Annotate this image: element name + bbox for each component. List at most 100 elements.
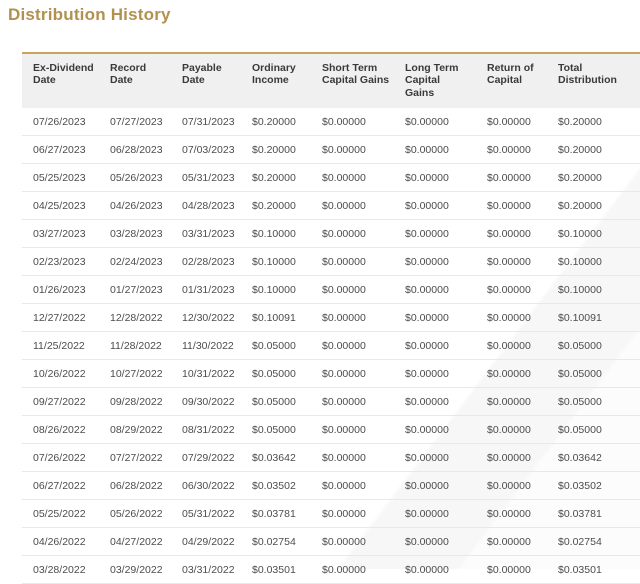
table-cell: 03/31/2023 <box>171 220 241 248</box>
table-cell: 05/31/2023 <box>171 164 241 192</box>
table-cell: $0.20000 <box>547 164 640 192</box>
table-cell: $0.00000 <box>476 416 547 444</box>
table-cell: $0.00000 <box>394 388 476 416</box>
table-cell: $0.00000 <box>476 192 547 220</box>
table-cell: 12/30/2022 <box>171 304 241 332</box>
table-cell: $0.00000 <box>394 276 476 304</box>
table-cell: $0.00000 <box>311 248 394 276</box>
col-header-total-distribution: Total Distribution <box>547 53 640 108</box>
table-cell: $0.00000 <box>476 444 547 472</box>
table-cell: 04/27/2022 <box>99 528 171 556</box>
table-cell: $0.00000 <box>311 332 394 360</box>
table-cell: $0.00000 <box>476 528 547 556</box>
table-cell: $0.00000 <box>311 444 394 472</box>
table-cell: $0.00000 <box>394 164 476 192</box>
table-row: 06/27/202306/28/202307/03/2023$0.20000$0… <box>22 136 640 164</box>
table-cell: 01/31/2023 <box>171 276 241 304</box>
table-cell: 06/30/2022 <box>171 472 241 500</box>
table-cell: 09/30/2022 <box>171 388 241 416</box>
table-cell: $0.00000 <box>311 416 394 444</box>
table-cell: $0.20000 <box>241 164 311 192</box>
table-cell: 08/31/2022 <box>171 416 241 444</box>
col-header-record-date: Record Date <box>99 53 171 108</box>
table-header: Ex-Dividend Date Record Date Payable Dat… <box>22 53 640 108</box>
table-cell: $0.03781 <box>241 500 311 528</box>
table-row: 07/26/202307/27/202307/31/2023$0.20000$0… <box>22 108 640 136</box>
table-cell: $0.03502 <box>241 472 311 500</box>
table-row: 09/27/202209/28/202209/30/2022$0.05000$0… <box>22 388 640 416</box>
table-cell: $0.00000 <box>476 304 547 332</box>
table-cell: $0.03501 <box>547 556 640 584</box>
table-cell: $0.05000 <box>241 416 311 444</box>
table-cell: $0.00000 <box>476 360 547 388</box>
table-cell: $0.00000 <box>394 332 476 360</box>
table-cell: $0.00000 <box>394 444 476 472</box>
table-cell: 09/27/2022 <box>22 388 99 416</box>
table-cell: $0.00000 <box>311 192 394 220</box>
table-row: 08/26/202208/29/202208/31/2022$0.05000$0… <box>22 416 640 444</box>
table-cell: $0.03501 <box>241 556 311 584</box>
table-cell: $0.20000 <box>547 108 640 136</box>
table-cell: $0.00000 <box>394 108 476 136</box>
table-cell: $0.05000 <box>547 360 640 388</box>
table-cell: $0.00000 <box>394 556 476 584</box>
table-cell: 04/29/2022 <box>171 528 241 556</box>
table-cell: 07/26/2023 <box>22 108 99 136</box>
table-cell: $0.00000 <box>394 472 476 500</box>
table-cell: $0.00000 <box>311 500 394 528</box>
table-cell: 05/31/2022 <box>171 500 241 528</box>
table-cell: $0.00000 <box>311 276 394 304</box>
table-cell: $0.00000 <box>394 248 476 276</box>
table-cell: $0.00000 <box>394 416 476 444</box>
table-cell: 06/27/2022 <box>22 472 99 500</box>
table-cell: 10/26/2022 <box>22 360 99 388</box>
table-cell: 08/29/2022 <box>99 416 171 444</box>
table-cell: 02/24/2023 <box>99 248 171 276</box>
page-title: Distribution History <box>8 5 171 25</box>
table-cell: 05/25/2022 <box>22 500 99 528</box>
table-row: 10/26/202210/27/202210/31/2022$0.05000$0… <box>22 360 640 388</box>
table-row: 06/27/202206/28/202206/30/2022$0.03502 $0… <box>22 472 640 500</box>
table-cell: 11/30/2022 <box>171 332 241 360</box>
table-cell: 01/26/2023 <box>22 276 99 304</box>
table-cell: $0.05000 <box>547 416 640 444</box>
table-cell: $0.00000 <box>394 500 476 528</box>
table-cell: 10/31/2022 <box>171 360 241 388</box>
table-cell: 01/27/2023 <box>99 276 171 304</box>
distribution-history-table: Ex-Dividend Date Record Date Payable Dat… <box>22 52 640 584</box>
table-cell: $0.00000 <box>394 136 476 164</box>
table-cell: $0.10000 <box>547 248 640 276</box>
table-cell: 03/29/2022 <box>99 556 171 584</box>
table-cell: $0.20000 <box>241 192 311 220</box>
table-cell: 07/26/2022 <box>22 444 99 472</box>
table-cell: $0.00000 <box>394 360 476 388</box>
table-row: 05/25/202205/26/202205/31/2022$0.03781$0… <box>22 500 640 528</box>
table-cell: 03/27/2023 <box>22 220 99 248</box>
table-cell: $0.00000 <box>476 556 547 584</box>
table-cell: $0.00000 <box>476 332 547 360</box>
table-cell: 10/27/2022 <box>99 360 171 388</box>
table-body: 07/26/202307/27/202307/31/2023$0.20000$0… <box>22 108 640 584</box>
table-cell: $0.05000 <box>241 388 311 416</box>
table-cell: $0.05000 <box>547 388 640 416</box>
table-cell: 11/25/2022 <box>22 332 99 360</box>
table-cell: $0.02754 <box>241 528 311 556</box>
table-cell: 07/29/2022 <box>171 444 241 472</box>
table-row: 04/25/202304/26/202304/28/2023$0.20000$0… <box>22 192 640 220</box>
table-cell: 03/28/2023 <box>99 220 171 248</box>
table-cell: 04/28/2023 <box>171 192 241 220</box>
table-cell: 03/28/2022 <box>22 556 99 584</box>
col-header-ordinary-income: Ordinary Income <box>241 53 311 108</box>
table-row: 03/27/202303/28/202303/31/2023$0.10000$0… <box>22 220 640 248</box>
table-cell: $0.00000 <box>311 304 394 332</box>
table-cell: 04/26/2023 <box>99 192 171 220</box>
table-cell: $0.10000 <box>241 248 311 276</box>
table-cell: $0.00000 <box>311 360 394 388</box>
table-cell: $0.00000 <box>476 108 547 136</box>
col-header-ex-dividend-date: Ex-Dividend Date <box>22 53 99 108</box>
table-cell: $0.00000 <box>311 108 394 136</box>
table-cell: $0.00000 <box>476 248 547 276</box>
col-header-return-of-capital: Return of Capital <box>476 53 547 108</box>
table-cell: 06/28/2023 <box>99 136 171 164</box>
table-cell: 06/28/2022 <box>99 472 171 500</box>
